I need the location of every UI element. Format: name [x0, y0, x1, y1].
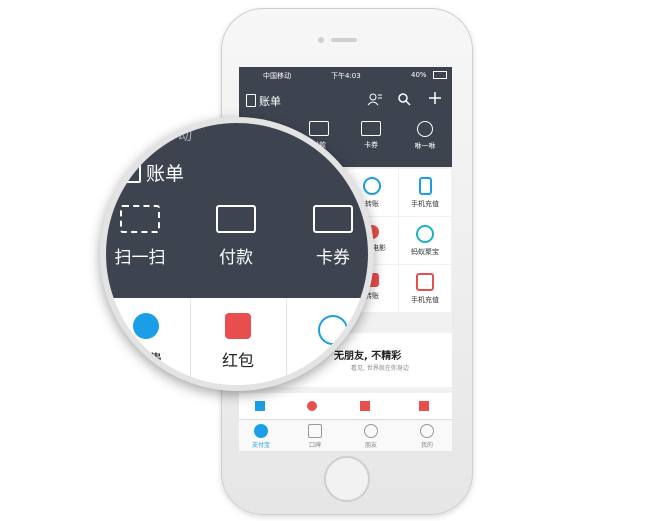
- more-services-row: [239, 393, 452, 421]
- redpacket-label: 红包: [221, 351, 254, 370]
- utility-icon: [133, 313, 159, 339]
- status-bar: 中国移动 下午4:03 40%: [239, 67, 452, 83]
- speaker: [331, 38, 357, 42]
- profile-icon: [420, 424, 434, 438]
- lens-carrier: 移动: [164, 128, 192, 144]
- grid-item-ant-fortune[interactable]: 蚂蚁聚宝: [399, 217, 451, 264]
- lens-bill-title: 账单: [146, 163, 185, 185]
- target-icon: [417, 121, 433, 137]
- scan-icon: [120, 205, 160, 233]
- tab-label: 支付宝: [251, 442, 270, 449]
- tab-mine[interactable]: 我的: [407, 422, 447, 449]
- grid-label: 手机充值: [411, 296, 439, 304]
- grid-item-topup[interactable]: 手机充值: [399, 169, 451, 216]
- battery-icon: [433, 71, 447, 79]
- transfer-icon[interactable]: [318, 315, 348, 345]
- pay-button[interactable]: 付款: [204, 205, 268, 268]
- carrier-label: 中国移动: [263, 72, 291, 80]
- bill-icon[interactable]: [246, 94, 256, 107]
- shake-button[interactable]: 咻一咻: [405, 121, 445, 151]
- grid-label: 蚂蚁聚宝: [411, 248, 439, 256]
- bill-title[interactable]: 账单: [259, 93, 281, 109]
- tab-label: 朋友: [364, 442, 377, 449]
- bill-icon: [123, 159, 141, 183]
- alipay-icon: [254, 424, 268, 438]
- gift-icon: [416, 273, 434, 291]
- time-label: 下午4:03: [331, 72, 361, 80]
- service-icon[interactable]: [419, 401, 429, 411]
- tab-friends[interactable]: 朋友: [351, 422, 391, 449]
- pay-label: 付款: [219, 248, 253, 268]
- front-camera: [318, 37, 324, 43]
- barcode-icon: [216, 205, 256, 233]
- ant-icon: [416, 225, 434, 243]
- shake-label: 咻一咻: [414, 142, 436, 150]
- scan-button[interactable]: 扫一扫: [108, 205, 172, 268]
- card-icon: [313, 205, 353, 233]
- phone-icon: [418, 177, 432, 195]
- redpacket-button[interactable]: 红包: [198, 313, 278, 371]
- magnifier-lens: 移动 账单 扫一扫 付款 卡券 缴费 红包: [100, 117, 374, 391]
- tab-label: 口碑: [308, 442, 321, 449]
- divider: [286, 298, 287, 385]
- service-icon[interactable]: [255, 401, 265, 411]
- utility-button[interactable]: 缴费: [106, 313, 186, 371]
- friends-icon: [364, 424, 378, 438]
- service-icon[interactable]: [307, 401, 317, 411]
- search-icon[interactable]: [397, 92, 411, 106]
- divider: [190, 298, 191, 385]
- koubei-icon: [308, 424, 322, 438]
- tab-koubei[interactable]: 口碑: [295, 422, 335, 449]
- tab-bar: 支付宝 口碑 朋友 我的: [239, 419, 452, 451]
- coupon-label: 卡券: [316, 248, 350, 268]
- redpacket-icon: [225, 313, 251, 339]
- add-icon[interactable]: [428, 91, 442, 105]
- home-button[interactable]: [324, 456, 370, 502]
- grid-label: 手机充值: [411, 200, 439, 208]
- service-icon[interactable]: [360, 401, 370, 411]
- contacts-icon[interactable]: [367, 92, 383, 106]
- tab-label: 我的: [420, 442, 433, 449]
- nav-bar: 账单: [239, 83, 452, 117]
- coupon-button[interactable]: 卡券: [301, 205, 365, 268]
- grid-item-topup-2[interactable]: 手机充值: [399, 265, 451, 312]
- battery-label: 40%: [411, 71, 427, 79]
- utility-label: 缴费: [129, 351, 162, 370]
- scan-label: 扫一扫: [114, 248, 166, 268]
- tab-alipay[interactable]: 支付宝: [241, 422, 281, 449]
